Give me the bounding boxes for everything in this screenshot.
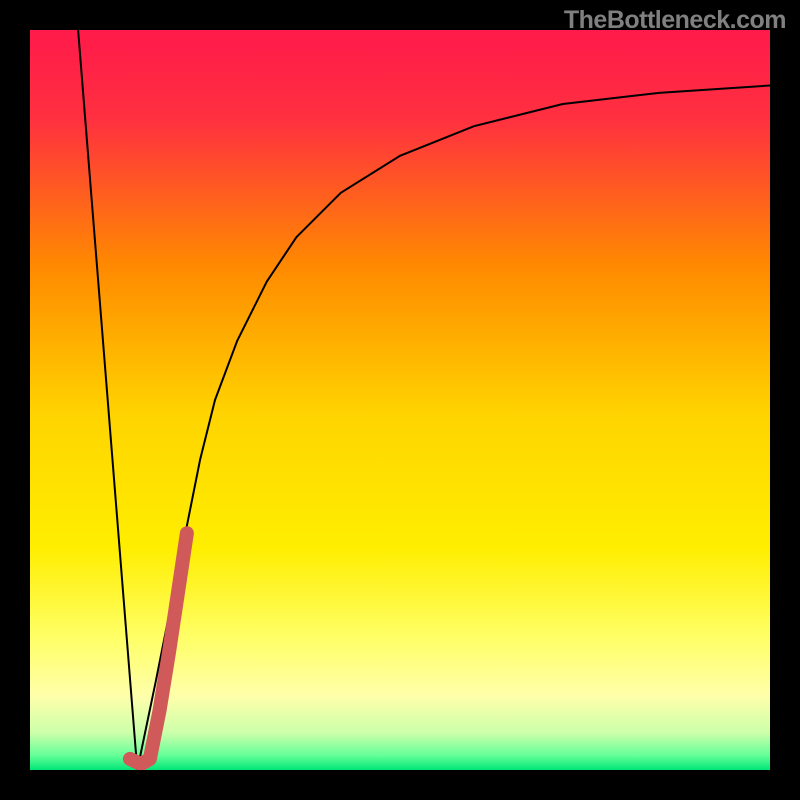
chart-plot-area bbox=[30, 30, 770, 770]
gradient-background bbox=[30, 30, 770, 770]
watermark-text: TheBottleneck.com bbox=[564, 6, 786, 35]
chart-svg bbox=[30, 30, 770, 770]
